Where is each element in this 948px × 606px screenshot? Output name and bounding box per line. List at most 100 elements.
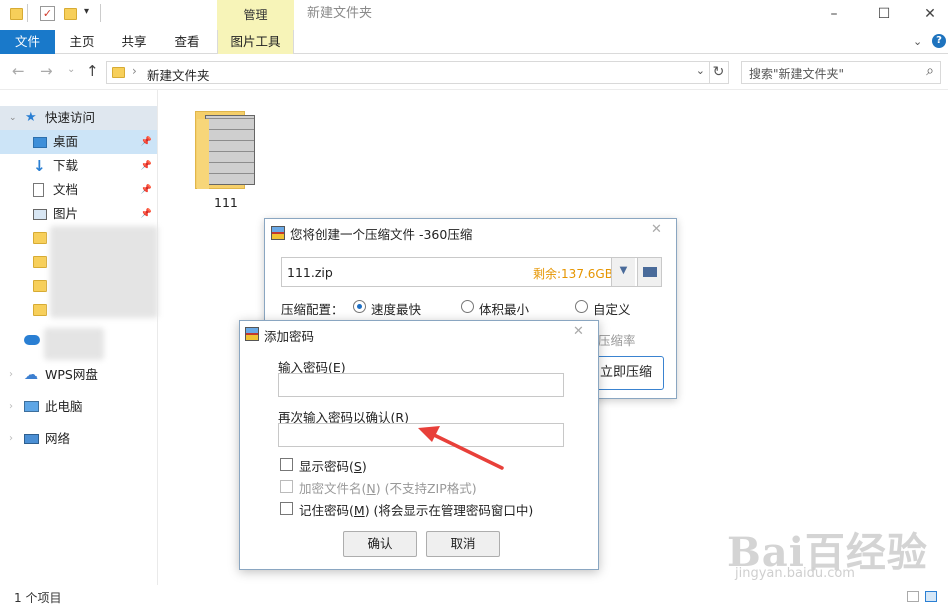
sidebar-item-label: 桌面 bbox=[53, 134, 79, 149]
folder-icon bbox=[112, 67, 125, 78]
folder-thumbnail[interactable] bbox=[195, 107, 257, 189]
address-dropdown-icon[interactable]: ⌄ bbox=[696, 64, 705, 77]
window-title: 新建文件夹 bbox=[307, 6, 373, 21]
show-password-label[interactable]: 显示密码(S) bbox=[299, 456, 367, 475]
tab-share[interactable]: 共享 bbox=[111, 30, 157, 54]
expand-icon[interactable]: › bbox=[9, 395, 13, 419]
output-filename[interactable]: 111.zip bbox=[287, 265, 333, 280]
ok-button[interactable]: 确认 bbox=[343, 531, 417, 557]
sidebar-item-label: WPS网盘 bbox=[45, 367, 98, 382]
output-path-field[interactable]: 111.zip 剩余:137.6GB ▼ bbox=[281, 257, 660, 287]
show-password-checkbox[interactable] bbox=[280, 458, 293, 471]
close-icon[interactable]: ✕ bbox=[651, 222, 662, 237]
zip-app-icon bbox=[245, 327, 259, 341]
folder-icon[interactable] bbox=[33, 256, 47, 268]
help-icon[interactable]: ? bbox=[932, 34, 946, 48]
pin-icon[interactable]: 📌 bbox=[141, 130, 152, 154]
radio-fastest[interactable] bbox=[353, 300, 366, 313]
option-smallest[interactable]: 体积最小 bbox=[479, 299, 529, 318]
sidebar-item-label: 下载 bbox=[53, 158, 79, 173]
back-icon[interactable]: ← bbox=[12, 62, 25, 80]
radio-custom[interactable] bbox=[575, 300, 588, 313]
up-icon[interactable]: ↑ bbox=[86, 62, 99, 80]
remember-password-label[interactable]: 记住密码(M) (将会显示在管理密码窗口中) bbox=[299, 500, 533, 519]
collapse-icon[interactable]: ⌄ bbox=[9, 106, 17, 130]
new-folder-icon[interactable] bbox=[64, 8, 77, 20]
compress-now-button[interactable]: 立即压缩 bbox=[588, 356, 664, 390]
breadcrumb-chevron-icon: › bbox=[132, 64, 137, 78]
file-name[interactable]: 111 bbox=[214, 195, 238, 210]
encrypt-filename-label: 加密文件名(N) (不支持ZIP格式) bbox=[299, 481, 477, 496]
sidebar-item-wps[interactable]: › ☁ WPS网盘 bbox=[0, 363, 157, 387]
expand-ribbon-icon[interactable]: ⌄ bbox=[913, 35, 922, 48]
pin-icon[interactable]: 📌 bbox=[141, 178, 152, 202]
details-view-icon[interactable] bbox=[907, 591, 919, 602]
folder-icon[interactable] bbox=[33, 232, 47, 244]
properties-icon[interactable]: ✓ bbox=[40, 6, 55, 21]
recent-locations-icon[interactable]: ⌄ bbox=[67, 64, 75, 75]
network-icon bbox=[24, 434, 39, 444]
folder-icon[interactable] bbox=[10, 8, 23, 20]
sidebar-item-quick-access[interactable]: ⌄ ★ 快速访问 bbox=[0, 106, 157, 130]
download-icon: ↓ bbox=[33, 157, 46, 175]
search-box[interactable]: 搜索"新建文件夹" ⌕ bbox=[741, 61, 941, 84]
status-text: 1 个项目 bbox=[14, 591, 62, 605]
sidebar-item-label: 快速访问 bbox=[45, 110, 96, 125]
path-dropdown-icon[interactable]: ▼ bbox=[611, 258, 635, 286]
zip-app-icon bbox=[271, 226, 285, 240]
sidebar-item-documents[interactable]: 文档 📌 bbox=[0, 178, 157, 202]
radio-smallest[interactable] bbox=[461, 300, 474, 313]
sidebar-item-pictures[interactable]: 图片 📌 bbox=[0, 202, 157, 226]
close-icon[interactable]: ✕ bbox=[573, 324, 584, 339]
folder-icon[interactable] bbox=[33, 280, 47, 292]
folder-icon[interactable] bbox=[33, 304, 47, 316]
sidebar-item-label: 此电脑 bbox=[45, 399, 83, 414]
cancel-button[interactable]: 取消 bbox=[426, 531, 500, 557]
pin-icon[interactable]: 📌 bbox=[141, 202, 152, 226]
remaining-space: 剩余:137.6GB bbox=[533, 267, 613, 281]
dialog-title: 添加密码 bbox=[264, 329, 315, 344]
encrypt-filename-checkbox bbox=[280, 480, 293, 493]
folder-front bbox=[197, 119, 209, 189]
tab-picture-tools[interactable]: 图片工具 bbox=[217, 30, 294, 54]
browse-folder-button[interactable] bbox=[637, 257, 662, 287]
redacted-cloud-item bbox=[44, 328, 104, 360]
expand-icon[interactable]: › bbox=[9, 363, 13, 387]
refresh-icon[interactable]: ↻ bbox=[709, 61, 729, 84]
forward-icon[interactable]: → bbox=[40, 62, 53, 80]
manage-tab[interactable]: 管理 bbox=[217, 0, 294, 30]
close-button[interactable]: ✕ bbox=[907, 0, 948, 28]
customize-toolbar-icon[interactable]: ▾ bbox=[84, 6, 89, 17]
tab-view[interactable]: 查看 bbox=[164, 30, 210, 54]
pin-icon[interactable]: 📌 bbox=[141, 154, 152, 178]
star-icon: ★ bbox=[25, 110, 37, 125]
sidebar-item-label: 网络 bbox=[45, 431, 71, 446]
thumbnail-image bbox=[205, 115, 255, 185]
sidebar-item-downloads[interactable]: ↓ 下载 📌 bbox=[0, 154, 157, 178]
navigation-pane: ⌄ ★ 快速访问 桌面 📌 ↓ 下载 📌 文档 📌 图片 📌 › ☁ WPS网盘… bbox=[0, 90, 158, 585]
sidebar-item-desktop[interactable]: 桌面 📌 bbox=[0, 130, 157, 154]
sidebar-item-this-pc[interactable]: › 此电脑 bbox=[0, 395, 157, 419]
password-input[interactable] bbox=[278, 373, 564, 397]
picture-icon bbox=[33, 209, 47, 220]
title-bar bbox=[0, 0, 948, 30]
search-input[interactable]: 搜索"新建文件夹" bbox=[749, 65, 844, 82]
cloud-icon[interactable] bbox=[24, 335, 40, 345]
search-icon[interactable]: ⌕ bbox=[926, 63, 934, 79]
sidebar-item-network[interactable]: › 网络 bbox=[0, 427, 157, 451]
ratio-label: 压缩率 bbox=[598, 333, 636, 348]
tab-file[interactable]: 文件 bbox=[0, 30, 55, 54]
maximize-button[interactable]: ☐ bbox=[861, 0, 907, 28]
remember-password-checkbox[interactable] bbox=[280, 502, 293, 515]
large-icons-view-icon[interactable] bbox=[925, 591, 937, 602]
address-bar[interactable]: › 新建文件夹 ⌄ bbox=[106, 61, 710, 84]
watermark-url: jingyan.baidu.com bbox=[735, 566, 855, 581]
minimize-button[interactable]: – bbox=[811, 0, 857, 28]
address-path[interactable]: 新建文件夹 bbox=[147, 65, 210, 84]
sidebar-item-label: 图片 bbox=[53, 206, 79, 221]
config-label: 压缩配置： bbox=[281, 302, 344, 317]
tab-home[interactable]: 主页 bbox=[59, 30, 105, 54]
expand-icon[interactable]: › bbox=[9, 427, 13, 451]
option-fastest[interactable]: 速度最快 bbox=[371, 299, 421, 318]
option-custom[interactable]: 自定义 bbox=[593, 299, 631, 318]
